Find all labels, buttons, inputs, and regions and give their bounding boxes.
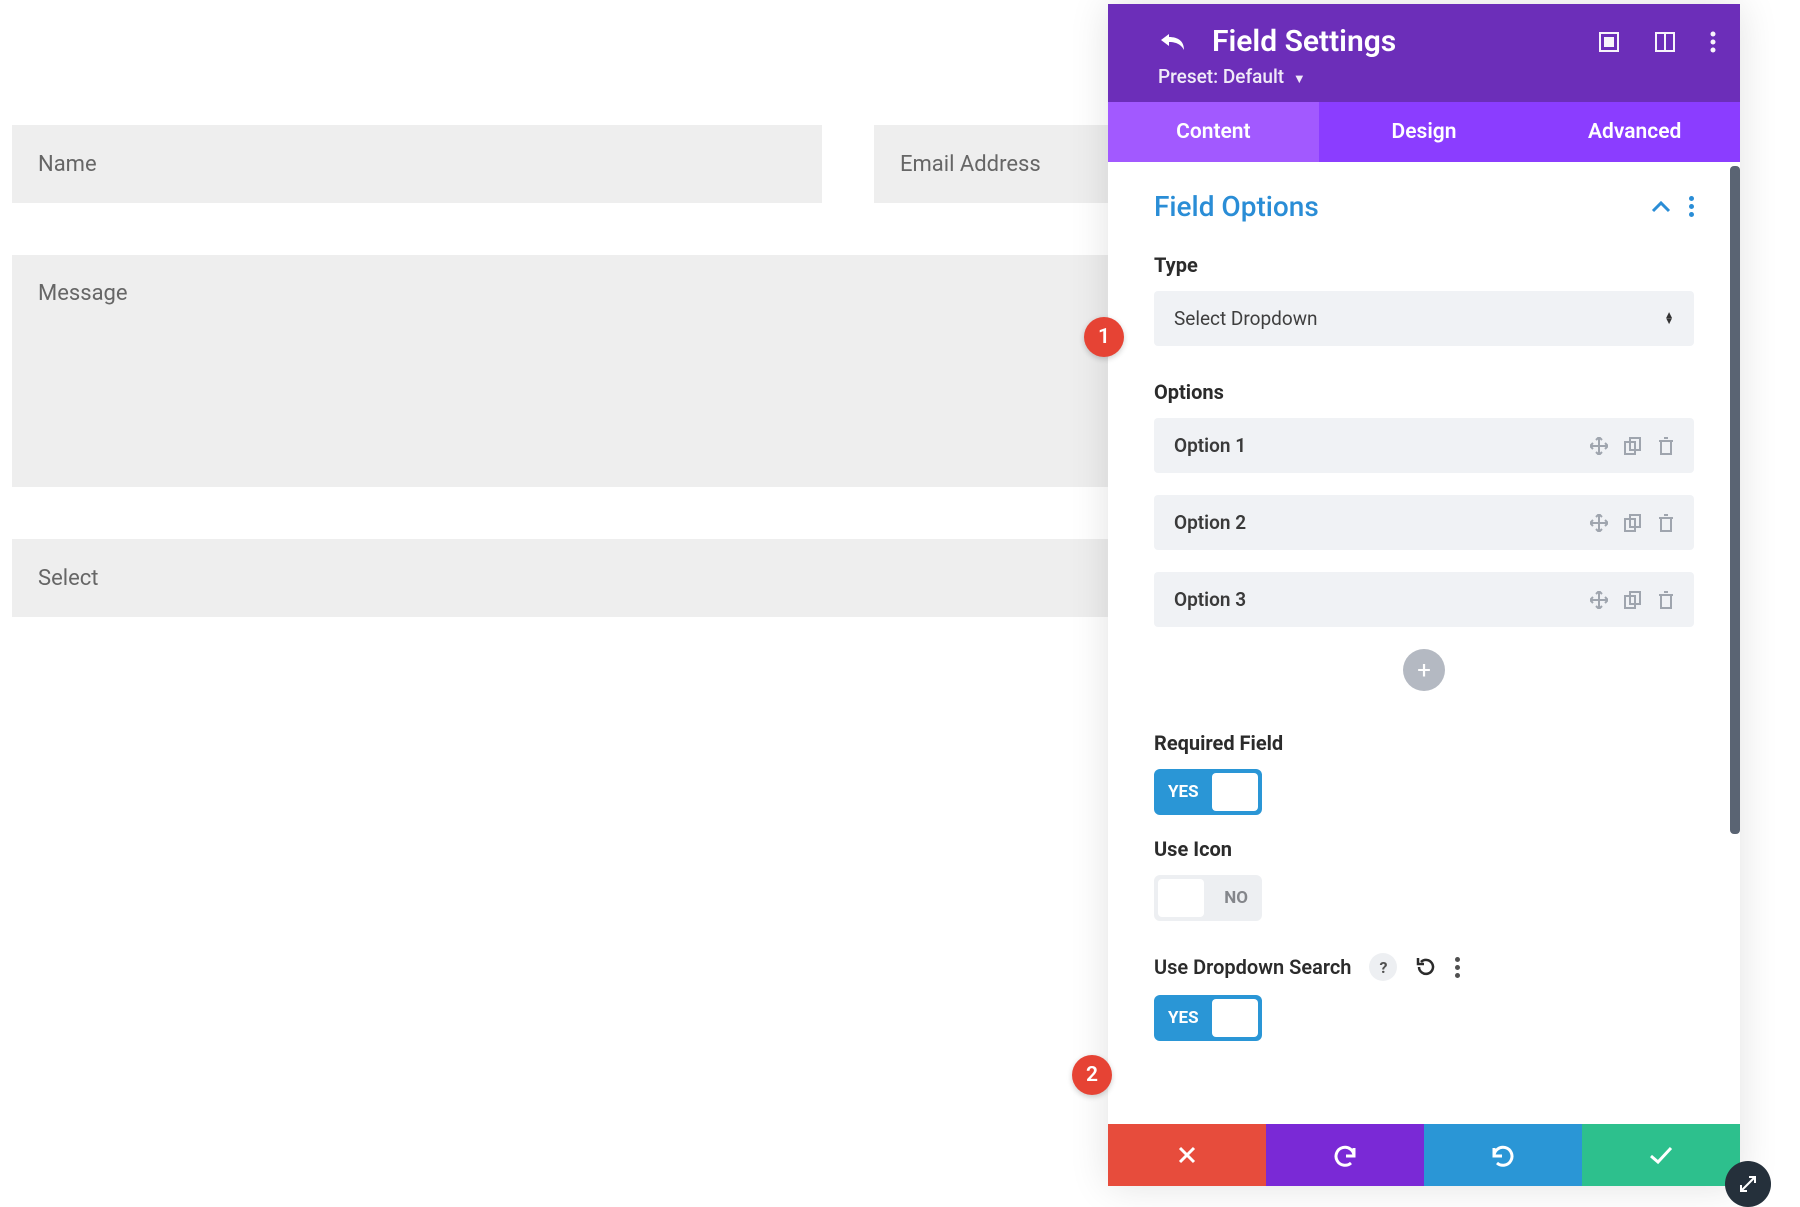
- columns-icon[interactable]: [1654, 31, 1676, 53]
- annotation-dot-2: 2: [1072, 1055, 1112, 1095]
- header-left: Field Settings: [1158, 24, 1396, 59]
- panel-title: Field Settings: [1212, 24, 1396, 59]
- select-field[interactable]: Select: [12, 539, 1292, 617]
- option-actions: [1590, 437, 1674, 455]
- options-label: Options: [1154, 380, 1694, 404]
- panel-body: Field Options Type Select Dropdown ▲▼ Op…: [1108, 162, 1740, 1124]
- select-placeholder: Select: [38, 566, 98, 591]
- panel-footer: [1108, 1124, 1740, 1186]
- scrollbar[interactable]: [1730, 166, 1740, 834]
- move-icon[interactable]: [1590, 591, 1608, 609]
- message-placeholder: Message: [38, 281, 128, 306]
- option-actions: [1590, 591, 1674, 609]
- expand-icon[interactable]: [1598, 31, 1620, 53]
- toggle-knob: [1212, 773, 1258, 811]
- field-type-value: Select Dropdown: [1174, 307, 1317, 330]
- toggle-knob: [1158, 879, 1204, 917]
- toggle-text: NO: [1224, 888, 1248, 908]
- move-icon[interactable]: [1590, 514, 1608, 532]
- toggle-text: YES: [1168, 782, 1199, 802]
- preset-label: Preset: Default: [1158, 65, 1284, 88]
- setting-kebab-icon[interactable]: [1455, 957, 1460, 978]
- use-dropdown-search-label: Use Dropdown Search: [1154, 955, 1351, 979]
- section-title[interactable]: Field Options: [1154, 190, 1319, 223]
- required-field-label: Required Field: [1154, 731, 1694, 755]
- required-toggle[interactable]: YES: [1154, 769, 1262, 815]
- trash-icon[interactable]: [1658, 591, 1674, 609]
- duplicate-icon[interactable]: [1624, 514, 1642, 532]
- annotation-dot-1: 1: [1084, 317, 1124, 357]
- chevron-up-icon[interactable]: [1651, 200, 1671, 214]
- tab-advanced[interactable]: Advanced: [1529, 102, 1740, 162]
- option-row[interactable]: Option 2: [1154, 495, 1694, 550]
- use-icon-label: Use Icon: [1154, 837, 1694, 861]
- caret-down-icon: ▼: [1293, 72, 1306, 87]
- cancel-button[interactable]: [1108, 1124, 1266, 1186]
- toggle-knob: [1212, 999, 1258, 1037]
- duplicate-icon[interactable]: [1624, 437, 1642, 455]
- section-kebab-icon[interactable]: [1689, 196, 1694, 217]
- email-placeholder: Email Address: [900, 152, 1041, 177]
- use-dropdown-search-toggle[interactable]: YES: [1154, 995, 1262, 1041]
- trash-icon[interactable]: [1658, 437, 1674, 455]
- name-placeholder: Name: [38, 152, 97, 177]
- option-label: Option 1: [1174, 434, 1246, 457]
- field-type-select[interactable]: Select Dropdown ▲▼: [1154, 291, 1694, 346]
- undo-button[interactable]: [1266, 1124, 1424, 1186]
- tab-design[interactable]: Design: [1319, 102, 1530, 162]
- kebab-menu-icon[interactable]: [1710, 31, 1716, 53]
- trash-icon[interactable]: [1658, 514, 1674, 532]
- redo-button[interactable]: [1424, 1124, 1582, 1186]
- type-label: Type: [1154, 253, 1694, 277]
- option-row[interactable]: Option 3: [1154, 572, 1694, 627]
- option-row[interactable]: Option 1: [1154, 418, 1694, 473]
- sort-icon: ▲▼: [1664, 313, 1674, 325]
- message-field[interactable]: Message: [12, 255, 1292, 487]
- section-header: Field Options: [1154, 190, 1694, 223]
- option-label: Option 3: [1174, 588, 1246, 611]
- duplicate-icon[interactable]: [1624, 591, 1642, 609]
- reset-icon[interactable]: [1415, 956, 1437, 978]
- field-settings-panel: Field Settings Preset: Default ▼ Content…: [1108, 4, 1740, 1186]
- back-icon[interactable]: [1158, 31, 1186, 53]
- move-icon[interactable]: [1590, 437, 1608, 455]
- use-dropdown-search-row: Use Dropdown Search ?: [1154, 953, 1694, 981]
- tab-content[interactable]: Content: [1108, 102, 1319, 162]
- panel-header: Field Settings Preset: Default ▼: [1108, 4, 1740, 102]
- panel-tabs: Content Design Advanced: [1108, 102, 1740, 162]
- use-icon-toggle[interactable]: NO: [1154, 875, 1262, 921]
- help-icon[interactable]: ?: [1369, 953, 1397, 981]
- name-field[interactable]: Name: [12, 125, 822, 203]
- save-button[interactable]: [1582, 1124, 1740, 1186]
- header-actions: [1598, 31, 1716, 53]
- resize-handle[interactable]: [1725, 1161, 1771, 1207]
- preset-selector[interactable]: Preset: Default ▼: [1158, 65, 1716, 88]
- toggle-text: YES: [1168, 1008, 1199, 1028]
- add-option-button[interactable]: +: [1403, 649, 1445, 691]
- option-label: Option 2: [1174, 511, 1246, 534]
- option-actions: [1590, 514, 1674, 532]
